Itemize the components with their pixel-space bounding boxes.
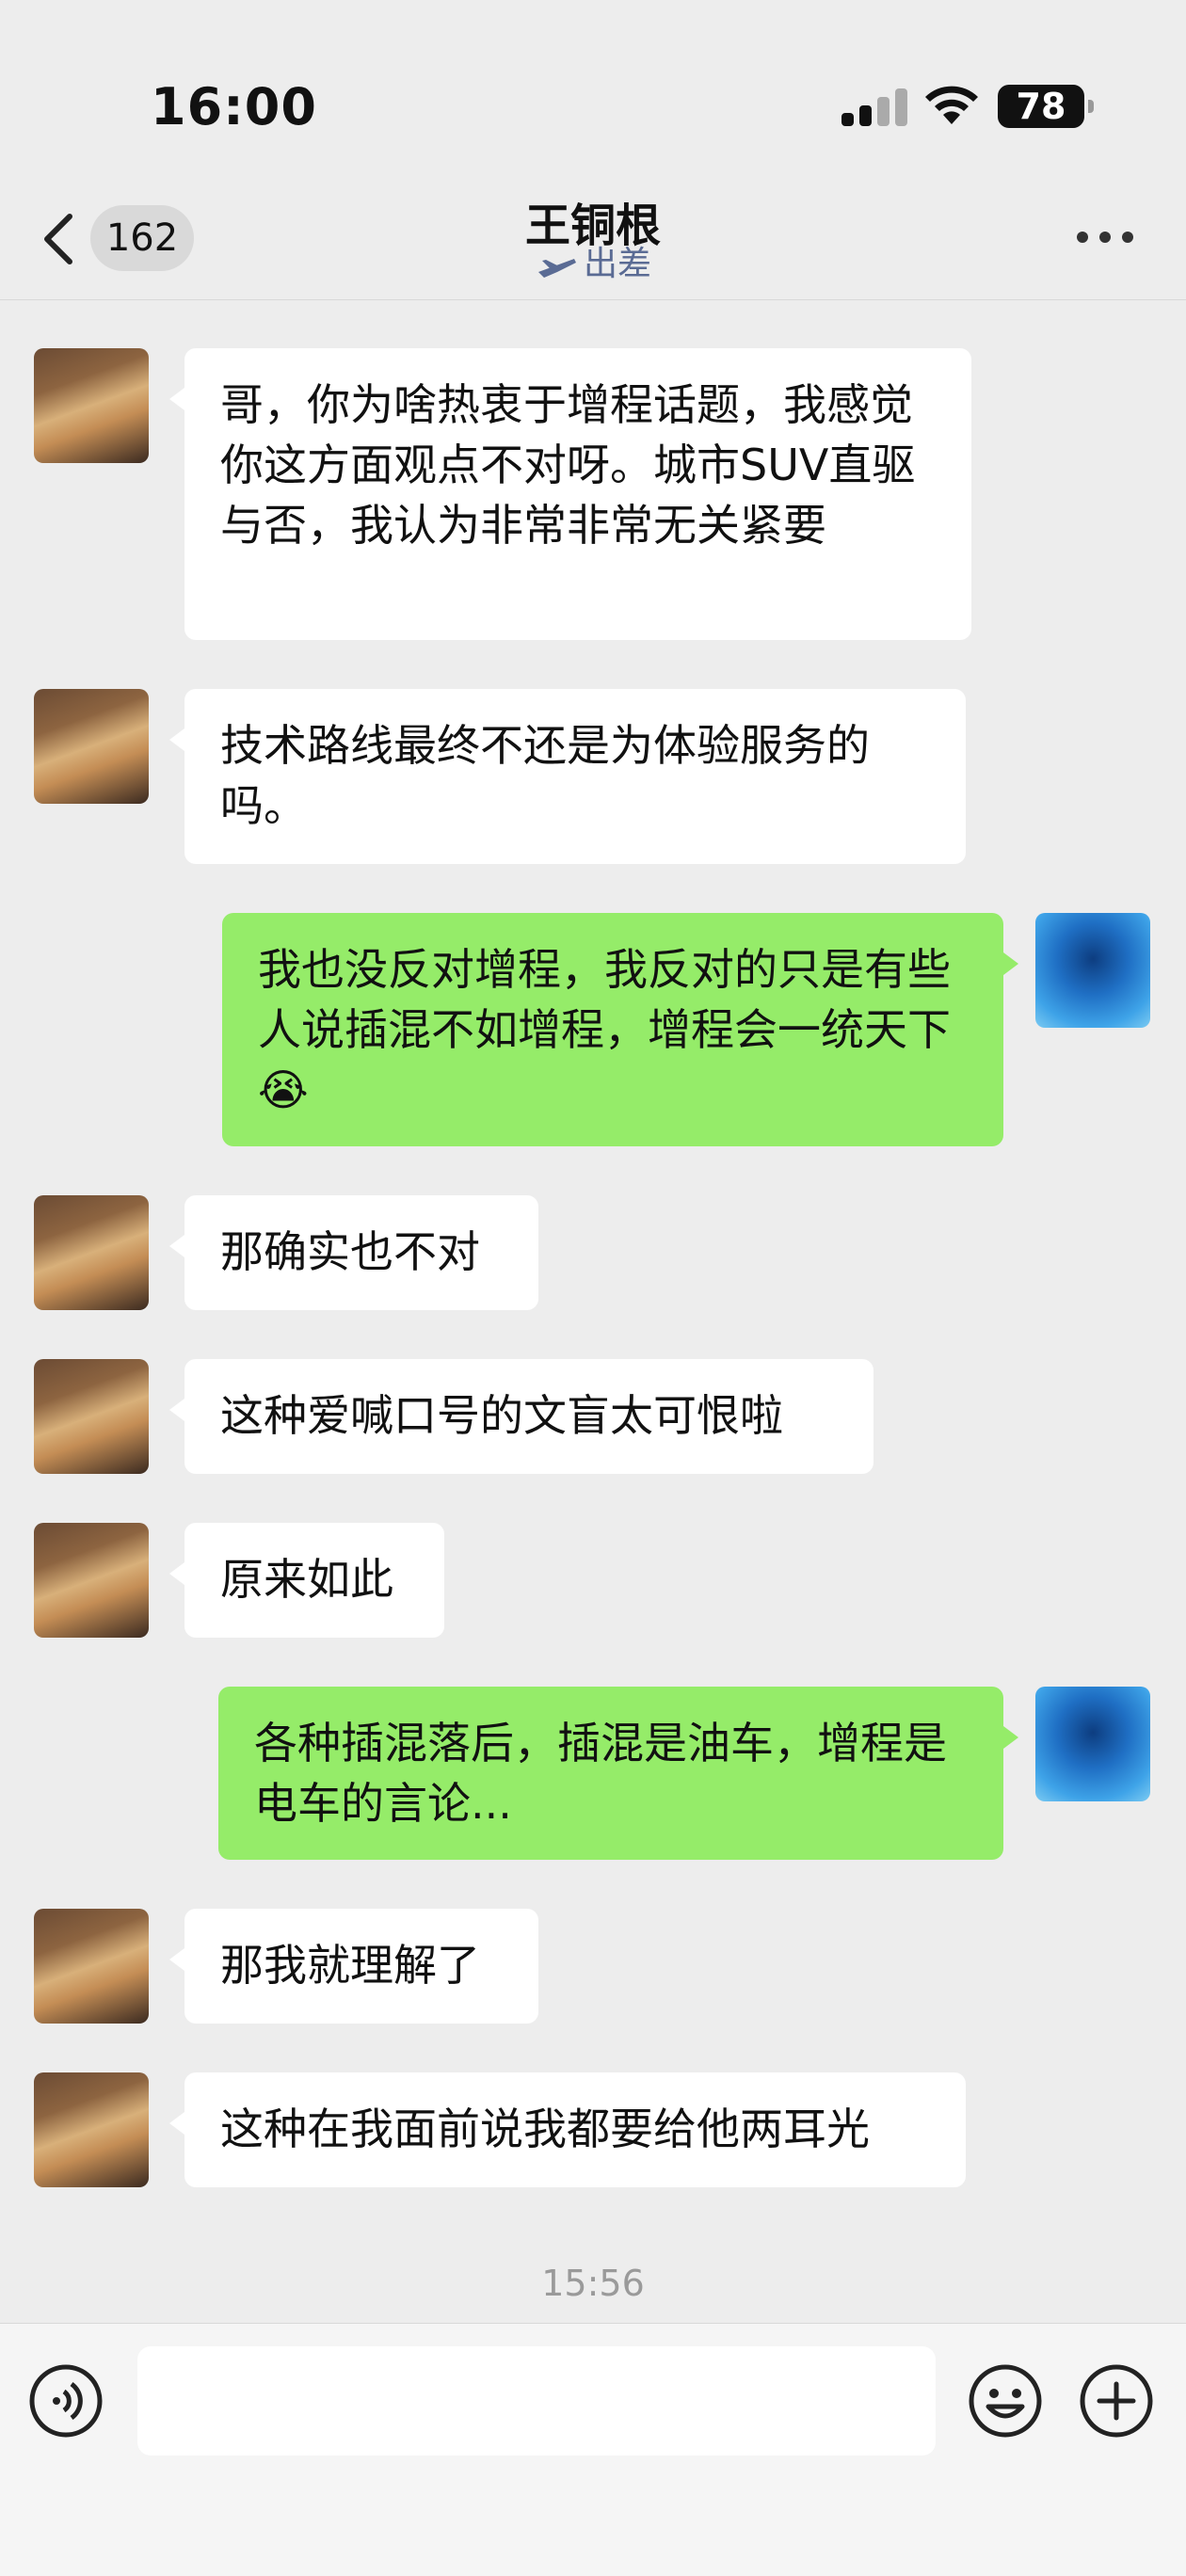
message-bubble-incoming[interactable]: 原来如此 bbox=[169, 1523, 444, 1638]
message-text: 这种爱喊口号的文盲太可恨啦 bbox=[220, 1390, 783, 1441]
message-text: 这种在我面前说我都要给他两耳光 bbox=[220, 2104, 870, 2154]
plus-icon[interactable] bbox=[1079, 2363, 1154, 2439]
message-bubble-incoming[interactable]: 哥，你为啥热衷于增程话题，我感觉你这方面观点不对呀。城市SUV直驱与否，我认为非… bbox=[169, 348, 971, 640]
message-input[interactable] bbox=[137, 2346, 936, 2456]
chat-header: 162 王铜根 出差 bbox=[0, 179, 1186, 300]
message-timestamp: 15:56 bbox=[541, 2263, 645, 2304]
contact-avatar[interactable] bbox=[34, 348, 149, 463]
message-bubble-incoming[interactable]: 那我就理解了 bbox=[169, 1909, 538, 2024]
message-bubble-outgoing[interactable]: 我也没反对增程，我反对的只是有些人说插混不如增程，增程会一统天下 😭 bbox=[222, 913, 1018, 1146]
message-text: 哥，你为啥热衷于增程话题，我感觉你这方面观点不对呀。城市SUV直驱与否，我认为非… bbox=[220, 379, 916, 551]
message-bubble-incoming[interactable]: 技术路线最终不还是为体验服务的吗。 bbox=[169, 689, 966, 864]
contact-avatar[interactable] bbox=[34, 1909, 149, 2024]
status-time: 16:00 bbox=[151, 77, 317, 136]
signal-icon bbox=[841, 87, 907, 126]
battery-icon: 78 bbox=[998, 85, 1094, 128]
message-text: 各种插混落后，插混是油车，增程是电车的言论... bbox=[254, 1718, 947, 1829]
message-bubble-incoming[interactable]: 这种爱喊口号的文盲太可恨啦 bbox=[169, 1359, 873, 1474]
my-avatar[interactable] bbox=[1035, 1687, 1150, 1801]
contact-avatar[interactable] bbox=[34, 689, 149, 804]
battery-level: 78 bbox=[1016, 86, 1066, 127]
crying-face-emoji: 😭 bbox=[258, 1064, 309, 1115]
contact-avatar[interactable] bbox=[34, 1523, 149, 1638]
message-bubble-incoming[interactable]: 那确实也不对 bbox=[169, 1195, 538, 1310]
message-text: 那我就理解了 bbox=[220, 1940, 480, 1991]
message-text: 技术路线最终不还是为体验服务的吗。 bbox=[220, 720, 870, 831]
message-text: 我也没反对增程，我反对的只是有些人说插混不如增程，增程会一统天下 bbox=[258, 944, 951, 1055]
wifi-icon bbox=[925, 86, 978, 124]
emoji-icon[interactable] bbox=[968, 2363, 1043, 2439]
message-bubble-incoming[interactable]: 这种在我面前说我都要给他两耳光 bbox=[169, 2072, 966, 2187]
contact-status: 出差 bbox=[537, 241, 651, 288]
message-text: 那确实也不对 bbox=[220, 1226, 480, 1277]
input-bar bbox=[0, 2323, 1186, 2576]
message-bubble-outgoing[interactable]: 各种插混落后，插混是油车，增程是电车的言论... bbox=[218, 1687, 1018, 1860]
contact-avatar[interactable] bbox=[34, 1359, 149, 1474]
my-avatar[interactable] bbox=[1035, 913, 1150, 1028]
more-icon[interactable] bbox=[1077, 232, 1133, 245]
status-bar: 16:00 78 bbox=[0, 0, 1186, 179]
contact-status-text: 出差 bbox=[584, 245, 652, 283]
contact-avatar[interactable] bbox=[34, 1195, 149, 1310]
contact-avatar[interactable] bbox=[34, 2072, 149, 2187]
voice-icon[interactable] bbox=[28, 2363, 104, 2439]
message-text: 原来如此 bbox=[220, 1554, 393, 1605]
plane-icon bbox=[538, 259, 576, 278]
